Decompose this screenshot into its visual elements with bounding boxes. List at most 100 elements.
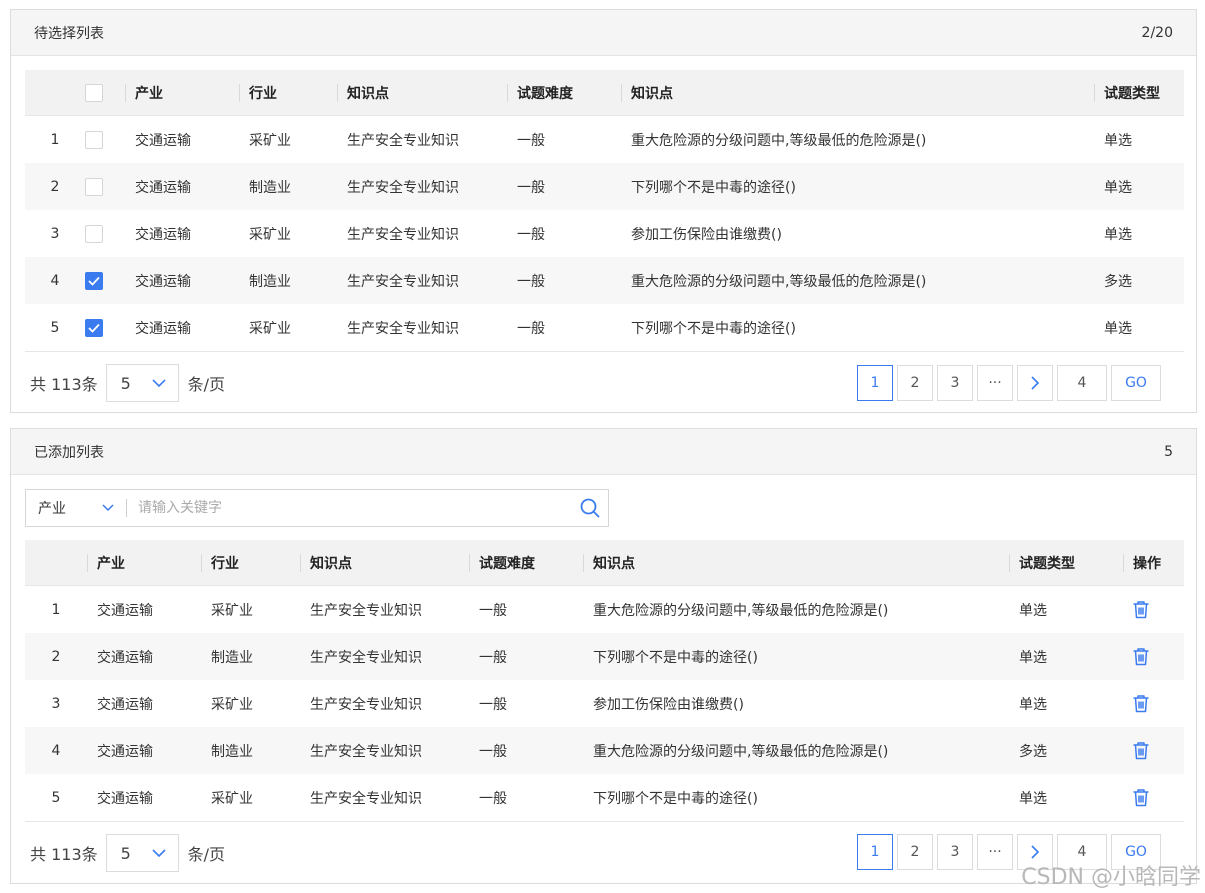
page-2-button[interactable]: 2 bbox=[897, 365, 933, 401]
added-list-panel: 已添加列表 5 产业 产业 行业 知识点 试题难度 知识点 试题类型 操作 1 交… bbox=[10, 428, 1197, 884]
cell-question: 重大危险源的分级问题中,等级最低的危险源是() bbox=[593, 602, 889, 619]
row-checkbox[interactable] bbox=[85, 177, 103, 196]
pending-list-panel: 待选择列表 2/20 产业 行业 知识点 试题难度 知识点 试题类型 1 交通运输… bbox=[10, 9, 1197, 413]
col-type: 试题类型 bbox=[1009, 540, 1123, 585]
cell-knowledge: 生产安全专业知识 bbox=[310, 649, 422, 666]
cell-trade: 采矿业 bbox=[211, 696, 253, 713]
page-ellipsis-button[interactable]: ··· bbox=[977, 365, 1013, 401]
chevron-down-icon bbox=[102, 504, 114, 512]
checkbox-cell bbox=[85, 304, 125, 351]
cell-knowledge: 生产安全专业知识 bbox=[310, 602, 422, 619]
action-cell bbox=[1123, 586, 1184, 633]
col-difficulty: 试题难度 bbox=[507, 70, 621, 115]
col-difficulty: 试题难度 bbox=[469, 540, 583, 585]
cell-question: 重大危险源的分级问题中,等级最低的危险源是() bbox=[631, 132, 927, 149]
page-ellipsis-button[interactable]: ··· bbox=[977, 834, 1013, 870]
cell-type: 单选 bbox=[1104, 132, 1132, 149]
cell-trade: 制造业 bbox=[211, 743, 253, 760]
col-question: 知识点 bbox=[583, 540, 1009, 585]
table-row: 3 交通运输 采矿业 生产安全专业知识 一般 参加工伤保险由谁缴费() 单选 bbox=[25, 210, 1184, 257]
cell-difficulty: 一般 bbox=[517, 320, 545, 337]
cell-difficulty: 一般 bbox=[517, 273, 545, 290]
checkbox-cell bbox=[85, 257, 125, 304]
col-trade: 行业 bbox=[201, 540, 300, 585]
col-action: 操作 bbox=[1123, 540, 1184, 585]
delete-button[interactable] bbox=[1132, 788, 1150, 807]
row-index: 3 bbox=[50, 225, 60, 242]
chevron-down-icon bbox=[152, 848, 166, 857]
checkbox-cell bbox=[85, 210, 125, 257]
cell-knowledge: 生产安全专业知识 bbox=[347, 273, 459, 290]
row-checkbox[interactable] bbox=[85, 271, 103, 290]
cell-knowledge: 生产安全专业知识 bbox=[347, 132, 459, 149]
row-index: 5 bbox=[50, 319, 60, 336]
cell-difficulty: 一般 bbox=[479, 649, 507, 666]
table-row: 1 交通运输 采矿业 生产安全专业知识 一般 重大危险源的分级问题中,等级最低的危险源是(… bbox=[25, 116, 1184, 163]
chevron-right-icon bbox=[1030, 845, 1039, 859]
search-field-select[interactable]: 产业 bbox=[26, 498, 126, 518]
checkbox-cell bbox=[85, 116, 125, 163]
cell-difficulty: 一般 bbox=[517, 132, 545, 149]
search-icon bbox=[580, 498, 600, 518]
search-input[interactable] bbox=[127, 491, 572, 525]
page-size-value: 5 bbox=[120, 843, 131, 863]
page-1-button[interactable]: 1 bbox=[857, 834, 893, 870]
action-cell bbox=[1123, 680, 1184, 727]
pending-table: 产业 行业 知识点 试题难度 知识点 试题类型 1 交通运输 采矿业 生产安全专业知识… bbox=[25, 70, 1184, 351]
cell-question: 下列哪个不是中毒的途径() bbox=[631, 320, 796, 337]
cell-type: 单选 bbox=[1019, 649, 1047, 666]
row-index: 5 bbox=[51, 789, 61, 806]
search-button[interactable] bbox=[572, 498, 608, 518]
trash-icon bbox=[1133, 742, 1149, 760]
select-all-checkbox[interactable] bbox=[85, 83, 103, 102]
page-size-value: 5 bbox=[120, 373, 131, 393]
row-checkbox[interactable] bbox=[85, 130, 103, 149]
chevron-down-icon bbox=[152, 378, 166, 387]
row-checkbox[interactable] bbox=[85, 318, 103, 337]
page-2-button[interactable]: 2 bbox=[897, 834, 933, 870]
table-row: 4 交通运输 制造业 生产安全专业知识 一般 重大危险源的分级问题中,等级最低的危险源是(… bbox=[25, 257, 1184, 304]
cell-difficulty: 一般 bbox=[479, 602, 507, 619]
cell-industry: 交通运输 bbox=[135, 179, 191, 196]
total-count: 共 113条 bbox=[30, 375, 98, 394]
table-row: 2 交通运输 制造业 生产安全专业知识 一般 下列哪个不是中毒的途径() 单选 bbox=[25, 163, 1184, 210]
delete-button[interactable] bbox=[1132, 647, 1150, 666]
row-checkbox[interactable] bbox=[85, 224, 103, 243]
page-1-button[interactable]: 1 bbox=[857, 365, 893, 401]
trash-icon bbox=[1133, 789, 1149, 807]
go-button[interactable]: GO bbox=[1111, 365, 1161, 401]
cell-difficulty: 一般 bbox=[479, 790, 507, 807]
delete-button[interactable] bbox=[1132, 694, 1150, 713]
row-index: 4 bbox=[50, 272, 60, 289]
added-list-header: 已添加列表 5 bbox=[11, 429, 1196, 475]
cell-knowledge: 生产安全专业知识 bbox=[310, 790, 422, 807]
jump-page-input[interactable]: 4 bbox=[1057, 365, 1107, 401]
page-size-select[interactable]: 5 bbox=[105, 364, 179, 402]
pagination-summary: 共 113条 5 条/页 bbox=[30, 834, 225, 872]
page-size-select[interactable]: 5 bbox=[105, 834, 179, 872]
action-cell bbox=[1123, 727, 1184, 774]
added-list-title: 已添加列表 bbox=[34, 444, 104, 461]
cell-difficulty: 一般 bbox=[517, 226, 545, 243]
page-3-button[interactable]: 3 bbox=[937, 365, 973, 401]
cell-knowledge: 生产安全专业知识 bbox=[310, 743, 422, 760]
cell-trade: 制造业 bbox=[249, 179, 291, 196]
selection-counter: 2/20 bbox=[1141, 24, 1173, 41]
page-3-button[interactable]: 3 bbox=[937, 834, 973, 870]
pagination-summary: 共 113条 5 条/页 bbox=[30, 364, 225, 402]
cell-knowledge: 生产安全专业知识 bbox=[347, 226, 459, 243]
trash-icon bbox=[1133, 601, 1149, 619]
next-page-button[interactable] bbox=[1017, 365, 1053, 401]
cell-question: 下列哪个不是中毒的途径() bbox=[593, 649, 758, 666]
chevron-right-icon bbox=[1030, 376, 1039, 390]
cell-type: 单选 bbox=[1104, 320, 1132, 337]
delete-button[interactable] bbox=[1132, 741, 1150, 760]
check-icon bbox=[88, 323, 100, 333]
cell-type: 多选 bbox=[1019, 743, 1047, 760]
delete-button[interactable] bbox=[1132, 600, 1150, 619]
trash-icon bbox=[1133, 695, 1149, 713]
cell-difficulty: 一般 bbox=[479, 696, 507, 713]
cell-industry: 交通运输 bbox=[97, 696, 153, 713]
cell-industry: 交通运输 bbox=[97, 743, 153, 760]
row-index: 2 bbox=[51, 648, 61, 665]
